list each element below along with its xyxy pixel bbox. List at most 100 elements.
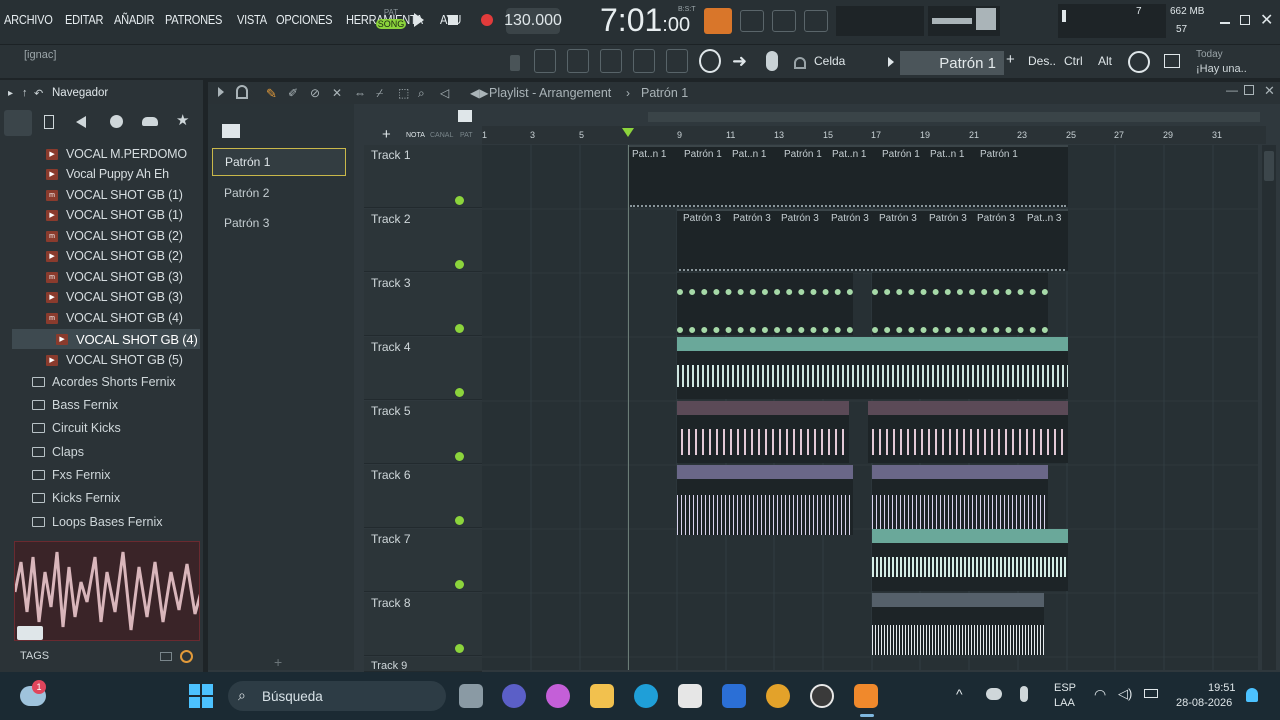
pattern-prev-icon[interactable] [888, 57, 894, 67]
microphone-icon[interactable] [766, 51, 778, 71]
pattern-clip-row[interactable]: Patrón 3 Patrón 3 Patrón 3 Patrón 3 Patr… [677, 209, 1068, 271]
loop-icon[interactable] [699, 49, 721, 73]
browser-file[interactable]: ▶ VOCAL SHOT GB (5) [46, 350, 183, 370]
playlist-minimize-icon[interactable]: — [1226, 83, 1238, 97]
audio-clip[interactable] [872, 465, 1048, 535]
task-view-icon[interactable] [459, 684, 483, 708]
browser-file[interactable]: m VOCAL SHOT GB (4) [46, 308, 183, 328]
tags-folder-icon[interactable] [160, 652, 172, 661]
minimize-icon[interactable] [1220, 22, 1230, 24]
browser-file[interactable]: ▶ VOCAL M.PERDOMO [46, 144, 187, 164]
typing-keyboard-icon[interactable] [740, 10, 764, 32]
play-icon[interactable] [414, 13, 424, 27]
audio-clip[interactable] [677, 273, 853, 335]
metronome-icon[interactable] [704, 8, 732, 34]
menu-vista[interactable]: VISTA [237, 12, 267, 27]
language-label[interactable]: ESP [1054, 682, 1076, 694]
track-mute-led[interactable] [455, 516, 464, 525]
snap-value[interactable]: Celda [814, 54, 845, 68]
record-icon[interactable] [481, 14, 493, 26]
add-track-icon[interactable]: + [274, 654, 282, 670]
audio-clip[interactable] [677, 337, 1068, 399]
layout-label[interactable]: LAA [1054, 697, 1075, 709]
tags-search-icon[interactable] [180, 650, 193, 663]
browser-file[interactable]: ▶ Vocal Puppy Ah Eh [46, 164, 169, 184]
track-mute-led[interactable] [455, 324, 464, 333]
onedrive-icon[interactable] [986, 688, 1002, 700]
browser-folder[interactable]: Circuit Kicks [32, 417, 121, 439]
browser-up-icon[interactable]: ↑ [22, 87, 28, 99]
browser-file-selected[interactable]: ▶ VOCAL SHOT GB (4) [56, 329, 198, 349]
browser-folder[interactable]: Claps [32, 441, 84, 463]
playback-tool-icon[interactable]: ◁ [440, 86, 449, 100]
browser-folder[interactable]: Bass Fernix [32, 394, 118, 416]
piano-icon[interactable] [222, 124, 240, 138]
snap-magnet-icon[interactable] [236, 85, 248, 99]
browser-audio-icon[interactable] [76, 116, 86, 128]
tags-label[interactable]: TAGS [20, 650, 49, 662]
browser-files-icon[interactable] [44, 115, 54, 129]
help-icon[interactable] [1128, 51, 1150, 73]
browser-web-icon[interactable] [110, 115, 123, 128]
browser-folder[interactable]: Loops Bases Fernix [32, 511, 162, 533]
fl-studio-icon[interactable] [854, 684, 878, 708]
scroll-arrow-icon[interactable]: ◀▶ [470, 86, 488, 100]
volume-icon[interactable]: ◁) [1118, 686, 1132, 702]
menu-editar[interactable]: EDITAR [65, 12, 103, 27]
audio-clip[interactable] [872, 273, 1048, 335]
tray-expand-icon[interactable]: ^ [956, 686, 963, 702]
wifi-icon[interactable]: ◠ [1094, 686, 1106, 703]
paint-tool-icon[interactable]: ✐ [288, 86, 298, 100]
menu-opciones[interactable]: OPCIONES [276, 12, 333, 27]
add-pattern-icon[interactable]: + [1006, 51, 1015, 68]
draw-tool-icon[interactable]: ✎ [266, 86, 277, 102]
track-mute-led[interactable] [455, 388, 464, 397]
tempo-display[interactable]: 130.000 [504, 8, 562, 34]
recent-files-icon[interactable] [534, 49, 556, 73]
track-mute-led[interactable] [455, 644, 464, 653]
countdown-icon[interactable] [804, 10, 828, 32]
pattern-item[interactable]: Patrón 2 [212, 180, 346, 206]
browser-file[interactable]: ▶ VOCAL SHOT GB (1) [46, 205, 183, 225]
add-clip-icon[interactable]: + [382, 126, 391, 143]
battery-icon[interactable] [1144, 689, 1158, 698]
mute-tool-icon[interactable]: ✕ [332, 86, 342, 100]
taskbar-search[interactable]: ⌕ Búsqueda [228, 681, 446, 711]
browser-cloud-icon[interactable] [142, 117, 158, 126]
timeline-ruler[interactable]: 1 3 5 9 11 13 15 17 19 21 23 25 27 29 31 [482, 126, 1266, 144]
alt-button[interactable]: Alt [1098, 54, 1112, 68]
track-mute-led[interactable] [455, 452, 464, 461]
piano-roll-icon[interactable] [600, 49, 622, 73]
audio-clip[interactable] [677, 401, 849, 463]
playlist-menu-icon[interactable] [218, 87, 224, 97]
browser-file[interactable]: m VOCAL SHOT GB (2) [46, 226, 183, 246]
stop-icon[interactable] [448, 15, 458, 25]
plugin-icon[interactable] [666, 49, 688, 73]
mic-tray-icon[interactable] [1020, 686, 1028, 702]
browser-file[interactable]: ▶ VOCAL SHOT GB (3) [46, 287, 183, 307]
zoom-tool-icon[interactable]: ⌕ [418, 86, 425, 101]
browser-menu-arrow-icon[interactable]: ▸ [8, 88, 13, 99]
browser-file[interactable]: ▶ VOCAL SHOT GB (2) [46, 246, 183, 266]
browser-favorites-icon[interactable]: ★ [176, 111, 189, 129]
browser-folder[interactable]: Fxs Fernix [32, 464, 110, 486]
browser-folder[interactable]: Kicks Fernix [32, 487, 120, 509]
store-icon[interactable] [678, 684, 702, 708]
wait-input-icon[interactable] [772, 10, 796, 32]
playlist-close-icon[interactable]: ✕ [1264, 83, 1275, 99]
delete-tool-icon[interactable]: ⊘ [310, 86, 320, 100]
track-mute-led[interactable] [455, 260, 464, 269]
shop-icon[interactable] [1164, 54, 1180, 68]
teams-icon[interactable] [502, 684, 526, 708]
arrangement-grid[interactable]: Pat..n 1 Patrón 1 Pat..n 1 Patrón 1 Pat.… [482, 145, 1258, 670]
browser-back-icon[interactable]: ↶ [34, 87, 43, 100]
close-icon[interactable]: ✕ [1260, 10, 1273, 30]
audio-clip[interactable] [872, 529, 1068, 591]
channel-rack-icon[interactable] [633, 49, 655, 73]
restore-icon[interactable] [1240, 15, 1250, 25]
audio-clip[interactable] [677, 465, 853, 535]
video-preview-icon[interactable] [17, 626, 43, 640]
obs-icon[interactable] [810, 684, 834, 708]
clock-date[interactable]: 28-08-2026 [1176, 697, 1232, 709]
track-mute-led[interactable] [455, 580, 464, 589]
